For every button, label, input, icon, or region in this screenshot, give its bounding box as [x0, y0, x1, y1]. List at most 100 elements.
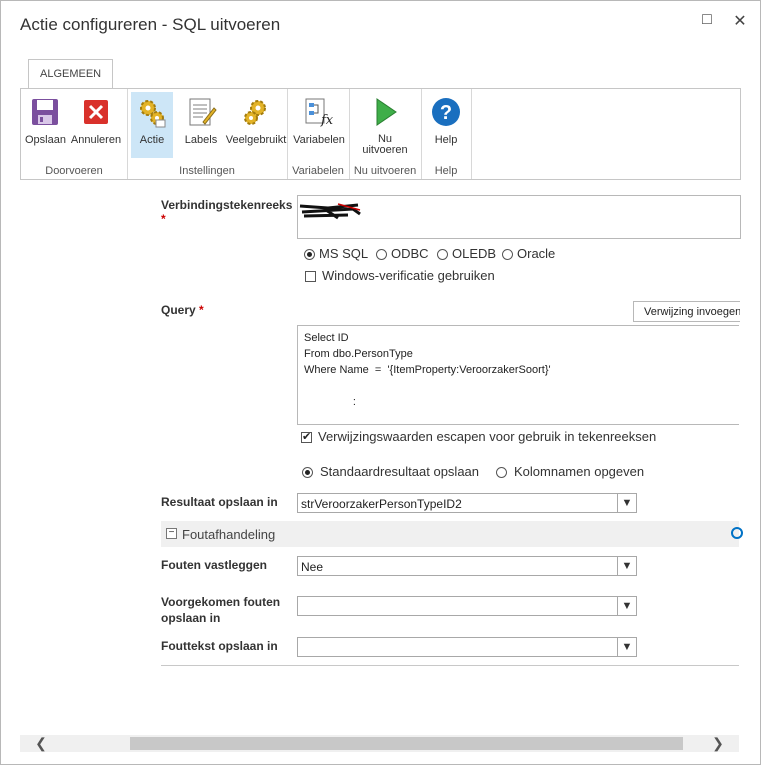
- log-errors-value: Nee: [301, 560, 324, 574]
- dialog-title: Actie configureren - SQL uitvoeren: [20, 15, 281, 34]
- query-line-2: From dbo.PersonType: [304, 348, 413, 360]
- errors-store-select[interactable]: ▼: [297, 596, 637, 616]
- dialog-window: Actie configureren - SQL uitvoeren □ ✕ A…: [0, 0, 761, 765]
- query-textarea[interactable]: Select ID From dbo.PersonType Where Name…: [297, 325, 739, 425]
- windows-auth-box: [305, 271, 316, 282]
- ribbon-group-instellingen: Actie Labels Veelgebruikt Instellingen: [127, 89, 288, 179]
- cancel-button[interactable]: Annuleren: [69, 92, 123, 146]
- result-store-value: strVeroorzakerPersonTypeID2: [301, 497, 462, 511]
- labels-icon: [189, 98, 217, 126]
- error-text-store-label: Fouttekst opslaan in: [161, 639, 278, 653]
- close-icon[interactable]: ✕: [731, 11, 749, 33]
- svg-text:?: ?: [440, 102, 452, 124]
- escape-references-box: [301, 430, 312, 443]
- ribbon-group-doorvoeren: Opslaan Annuleren Doorvoeren: [21, 89, 128, 179]
- variabelen-button[interactable]: fx Variabelen: [291, 92, 347, 146]
- radio-standard-result[interactable]: Standaardresultaat opslaan: [302, 464, 479, 479]
- radio-standard-result-dot: [302, 467, 313, 478]
- horizontal-scrollbar[interactable]: ❮ ❯: [20, 735, 739, 752]
- cancel-icon: [84, 100, 108, 124]
- actie-button-label: Actie: [139, 134, 165, 146]
- divider: [161, 665, 739, 666]
- query-line-5: :: [304, 396, 356, 408]
- query-label-text: Query: [161, 303, 196, 317]
- connection-label-text: Verbindingstekenreeks: [161, 198, 293, 212]
- errors-store-label: Voorgekomen fouten opslaan in: [161, 594, 280, 626]
- escape-references-label: Verwijzingswaarden escapen voor gebruik …: [318, 429, 657, 444]
- ribbon-group-nu-uitvoeren: Nu uitvoeren Nu uitvoeren: [349, 89, 422, 179]
- required-marker: *: [161, 212, 166, 226]
- radio-oracle[interactable]: Oracle: [502, 246, 555, 261]
- radio-ms-sql[interactable]: MS SQL: [304, 246, 368, 261]
- ribbon-group-help: ? Help Help: [421, 89, 472, 179]
- scroll-right-icon[interactable]: ❯: [709, 735, 727, 752]
- save-button-label: Opslaan: [25, 134, 66, 146]
- windows-auth-label: Windows-verificatie gebruiken: [322, 268, 495, 283]
- log-errors-select[interactable]: Nee ▼: [297, 556, 637, 576]
- run-icon: [376, 98, 397, 126]
- help-button-label: Help: [434, 134, 458, 146]
- collapse-icon[interactable]: −: [166, 528, 177, 539]
- save-button[interactable]: Opslaan: [25, 92, 66, 146]
- group-label-doorvoeren: Doorvoeren: [45, 165, 103, 177]
- error-handling-title: Foutafhandeling: [182, 527, 276, 542]
- radio-column-names[interactable]: Kolomnamen opgeven: [496, 464, 644, 479]
- radio-column-names-label: Kolomnamen opgeven: [514, 464, 645, 479]
- error-text-store-select[interactable]: ▼: [297, 637, 637, 657]
- scrollbar-thumb[interactable]: [130, 737, 683, 750]
- group-label-nu-uitvoeren: Nu uitvoeren: [353, 165, 417, 177]
- query-label: Query *: [161, 303, 204, 317]
- radio-standard-result-label: Standaardresultaat opslaan: [320, 464, 480, 479]
- radio-odbc[interactable]: ODBC: [376, 246, 429, 261]
- insert-reference-button[interactable]: Verwijzing invoegen: [633, 301, 740, 322]
- info-icon[interactable]: [731, 527, 743, 539]
- gear-icon: [244, 100, 266, 125]
- chevron-down-icon: ▼: [617, 494, 636, 512]
- radio-odbc-label: ODBC: [391, 246, 429, 261]
- result-store-select[interactable]: strVeroorzakerPersonTypeID2 ▼: [297, 493, 637, 513]
- radio-column-names-dot: [496, 467, 507, 478]
- veelgebruikt-button-label: Veelgebruikt: [225, 134, 287, 146]
- radio-ms-sql-dot: [304, 249, 315, 260]
- radio-odbc-dot: [376, 249, 387, 260]
- help-icon: ?: [432, 98, 460, 126]
- maximize-icon[interactable]: □: [698, 11, 716, 33]
- error-handling-section[interactable]: − Foutafhandeling: [161, 521, 743, 547]
- veelgebruikt-button[interactable]: Veelgebruikt: [225, 92, 287, 146]
- group-label-variabelen: Variabelen: [292, 165, 344, 177]
- scroll-left-icon[interactable]: ❮: [32, 735, 50, 752]
- variabelen-button-label: Variabelen: [293, 134, 345, 146]
- ribbon-toolbar: Opslaan Annuleren Doorvoeren Actie Label…: [20, 88, 741, 180]
- radio-oledb[interactable]: OLEDB: [437, 246, 496, 261]
- run-now-label-2: uitvoeren: [362, 144, 408, 156]
- connection-label: Verbindingstekenreeks *: [161, 198, 292, 226]
- chevron-down-icon: ▼: [617, 638, 636, 656]
- radio-oledb-label: OLEDB: [452, 246, 497, 261]
- group-label-help: Help: [434, 165, 458, 177]
- escape-references-checkbox[interactable]: Verwijzingswaarden escapen voor gebruik …: [301, 429, 656, 444]
- tab-algemeen[interactable]: ALGEMEEN: [28, 59, 114, 90]
- group-label-instellingen: Instellingen: [179, 165, 235, 177]
- svg-text:fx: fx: [320, 113, 334, 128]
- query-line-1: Select ID: [304, 332, 349, 344]
- labels-button[interactable]: Labels: [179, 92, 223, 146]
- chevron-down-icon: ▼: [617, 597, 636, 615]
- run-now-button[interactable]: Nu uitvoeren: [357, 92, 413, 156]
- errors-store-label-1: Voorgekomen fouten: [161, 595, 281, 609]
- ribbon-group-variabelen: fx Variabelen Variabelen: [287, 89, 350, 179]
- save-icon: [32, 99, 58, 125]
- redacted-scribble: [299, 203, 361, 220]
- radio-oracle-dot: [502, 249, 513, 260]
- log-errors-label: Fouten vastleggen: [161, 558, 268, 572]
- variables-icon: fx: [305, 98, 334, 128]
- cancel-button-label: Annuleren: [70, 134, 122, 146]
- result-store-label: Resultaat opslaan in: [161, 495, 278, 509]
- chevron-down-icon: ▼: [617, 557, 636, 575]
- actie-button[interactable]: Actie: [131, 92, 173, 158]
- help-button[interactable]: ? Help: [427, 92, 465, 146]
- windows-auth-checkbox[interactable]: Windows-verificatie gebruiken: [305, 268, 495, 283]
- query-line-4: [304, 378, 733, 394]
- radio-oracle-label: Oracle: [517, 246, 556, 261]
- query-required-marker: *: [199, 303, 204, 317]
- connection-string-input[interactable]: [297, 195, 741, 239]
